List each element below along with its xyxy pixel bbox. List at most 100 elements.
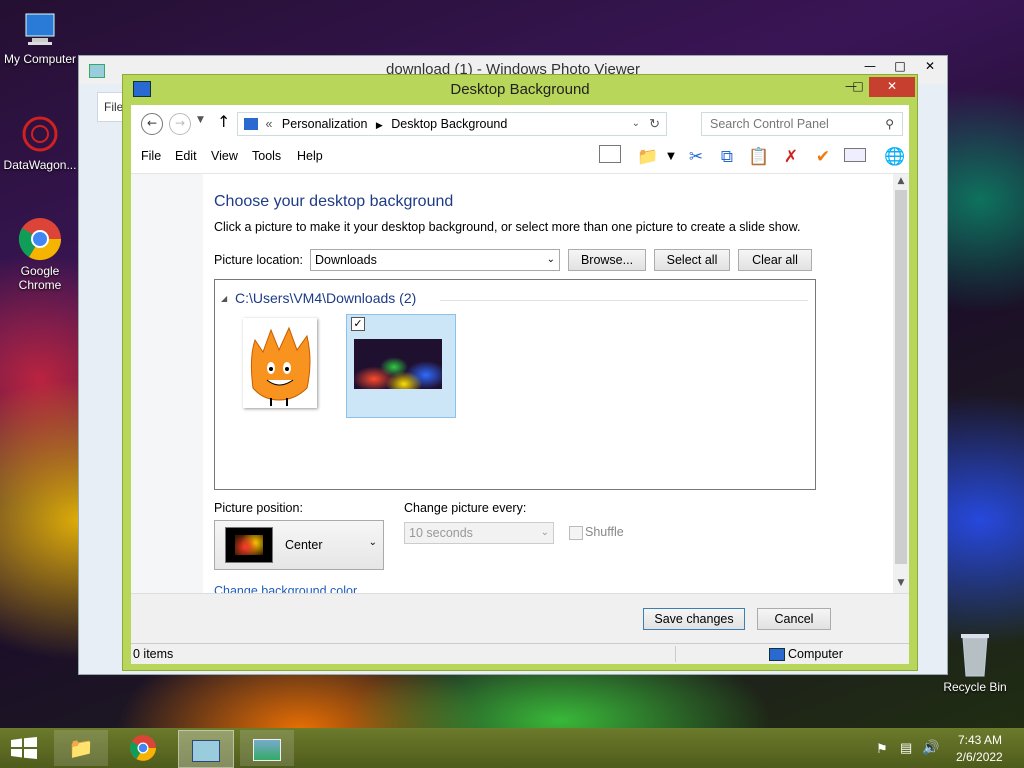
network-icon[interactable]: ▤: [900, 740, 912, 756]
maximize-button[interactable]: □: [844, 77, 872, 97]
picture-gallery: ◢ C:\Users\VM4\Downloads (2) ✓: [214, 279, 816, 490]
page-description: Click a picture to make it your desktop …: [214, 220, 801, 234]
dialog-footer: Save changes Cancel: [131, 593, 909, 644]
colorful-wallpaper-image: [354, 339, 442, 389]
close-button[interactable]: ✕: [869, 77, 915, 97]
select-all-button[interactable]: Select all: [654, 249, 730, 271]
change-picture-every-select[interactable]: 10 seconds ⌄: [404, 522, 554, 544]
cancel-button[interactable]: Cancel: [757, 608, 831, 630]
clock-date[interactable]: 2/6/2022: [956, 750, 1003, 764]
close-button[interactable]: ✕: [915, 56, 945, 78]
scrollbar-thumb[interactable]: [895, 190, 907, 564]
desktop-icon-datawagon[interactable]: DataWagon...: [0, 112, 80, 172]
volume-icon[interactable]: 🔊: [922, 739, 939, 756]
control-panel-icon: [192, 739, 220, 762]
taskbar-photo-viewer[interactable]: [240, 730, 294, 766]
vertical-scrollbar[interactable]: ▲ ▼: [893, 174, 909, 594]
picture-checkbox[interactable]: ✓: [351, 317, 365, 331]
picture-position-select[interactable]: Center ⌄: [214, 520, 384, 570]
chevron-down-icon: ⌄: [368, 537, 377, 548]
picture-thumbnail-selected[interactable]: ✓: [346, 314, 456, 418]
desktop-icon-label: My Computer: [3, 52, 77, 66]
address-bar[interactable]: « Personalization ▶ Desktop Background ⌄…: [237, 112, 667, 136]
window-title: Desktop Background: [450, 81, 590, 98]
taskbar-chrome[interactable]: [116, 730, 170, 766]
scroll-down-icon[interactable]: ▼: [893, 578, 909, 588]
datawagon-icon: [18, 112, 62, 156]
clock-time[interactable]: 7:43 AM: [958, 733, 1002, 747]
properties-icon[interactable]: [843, 145, 867, 169]
status-bar: 0 items Computer: [131, 643, 909, 664]
start-button[interactable]: [10, 737, 38, 759]
desktop-icon-label: Recycle Bin: [943, 680, 1007, 694]
menu-bar: File Edit View Tools Help 📁 ▼ ✂ ⧉ 📋 ✗ ✔ …: [131, 143, 909, 173]
windows-logo-icon: [11, 737, 37, 759]
taskbar-file-explorer[interactable]: 📁: [54, 730, 108, 766]
picture-position-value: Center: [285, 538, 323, 552]
picture-position-label: Picture position:: [214, 501, 303, 515]
chrome-icon: [130, 735, 156, 761]
breadcrumb-desktop-background[interactable]: Desktop Background: [391, 117, 507, 131]
desktop-icon-chrome[interactable]: Google Chrome: [0, 216, 80, 292]
up-button[interactable]: ↑: [217, 112, 230, 131]
position-preview-image: [225, 527, 273, 563]
computer-small-icon: [769, 648, 785, 661]
main-content: Choose your desktop background Click a p…: [131, 173, 909, 598]
search-input[interactable]: Search Control Panel ⚲: [701, 112, 903, 136]
delete-icon[interactable]: ✗: [779, 145, 803, 169]
cut-icon[interactable]: ✂: [684, 145, 708, 169]
chrome-icon: [17, 216, 63, 262]
browse-button[interactable]: Browse...: [568, 249, 646, 271]
taskbar-control-panel[interactable]: [178, 730, 234, 768]
window-body: ← → ▼ ↑ « Personalization ▶ Desktop Back…: [131, 105, 909, 664]
folder-group-label: C:\Users\VM4\Downloads (2): [235, 290, 417, 306]
dropdown-arrow-icon[interactable]: ▼: [659, 145, 683, 169]
collapse-triangle-icon[interactable]: ◢: [221, 294, 227, 303]
status-computer: Computer: [788, 647, 843, 661]
breadcrumb-separator: «: [265, 117, 273, 131]
folder-icon: 📁: [68, 736, 94, 760]
back-button[interactable]: ←: [141, 113, 163, 135]
status-item-count: 0 items: [133, 647, 174, 661]
menu-view[interactable]: View: [211, 149, 238, 163]
desktop-icon-my-computer[interactable]: My Computer: [0, 10, 80, 66]
address-dropdown-icon[interactable]: ⌄: [632, 113, 640, 135]
taskbar: 📁 ⚑ ▤ 🔊 7:43 AM 2/6/2022: [0, 728, 1024, 768]
paste-icon[interactable]: 📋: [747, 145, 771, 169]
desktop-icon-label: Google Chrome: [18, 264, 62, 292]
menu-tools[interactable]: Tools: [252, 149, 281, 163]
checkmark-icon[interactable]: ✔: [811, 145, 835, 169]
divider: [440, 300, 808, 301]
save-changes-button[interactable]: Save changes: [643, 608, 745, 630]
folder-checkmark-icon[interactable]: 📁: [636, 145, 660, 169]
menu-help[interactable]: Help: [297, 149, 323, 163]
menu-edit[interactable]: Edit: [175, 149, 197, 163]
scroll-up-icon[interactable]: ▲: [893, 176, 909, 186]
breadcrumb-personalization[interactable]: Personalization: [282, 117, 367, 131]
desktop-background-window[interactable]: Desktop Background — □ ✕ ← → ▼ ↑ « Perso…: [122, 74, 918, 671]
shuffle-label: Shuffle: [585, 525, 624, 539]
change-picture-every-label: Change picture every:: [404, 501, 527, 515]
picture-location-label: Picture location:: [214, 253, 303, 267]
copy-icon[interactable]: ⧉: [715, 145, 739, 169]
chevron-down-icon: ⌄: [540, 527, 549, 538]
recent-locations-dropdown[interactable]: ▼: [197, 115, 204, 125]
chevron-down-icon: ⌄: [546, 254, 555, 265]
refresh-icon[interactable]: ↻: [649, 113, 660, 135]
firey-character-icon: [250, 326, 311, 406]
forward-button[interactable]: →: [169, 113, 191, 135]
globe-icon[interactable]: 🌐: [883, 145, 907, 169]
picture-thumbnail-firey[interactable]: [243, 318, 317, 408]
page-title: Choose your desktop background: [214, 193, 454, 210]
clear-all-button[interactable]: Clear all: [738, 249, 812, 271]
menu-file[interactable]: File: [141, 149, 161, 163]
preview-pane-icon[interactable]: [598, 145, 622, 169]
shuffle-checkbox[interactable]: [569, 526, 583, 540]
picture-location-value: Downloads: [315, 253, 377, 267]
search-icon: ⚲: [885, 117, 894, 131]
flag-icon[interactable]: ⚑: [876, 741, 888, 757]
change-picture-every-value: 10 seconds: [409, 526, 473, 540]
picture-location-select[interactable]: Downloads ⌄: [310, 249, 560, 271]
photo-viewer-icon: [253, 738, 281, 761]
photo-viewer-app-icon: [89, 64, 105, 78]
